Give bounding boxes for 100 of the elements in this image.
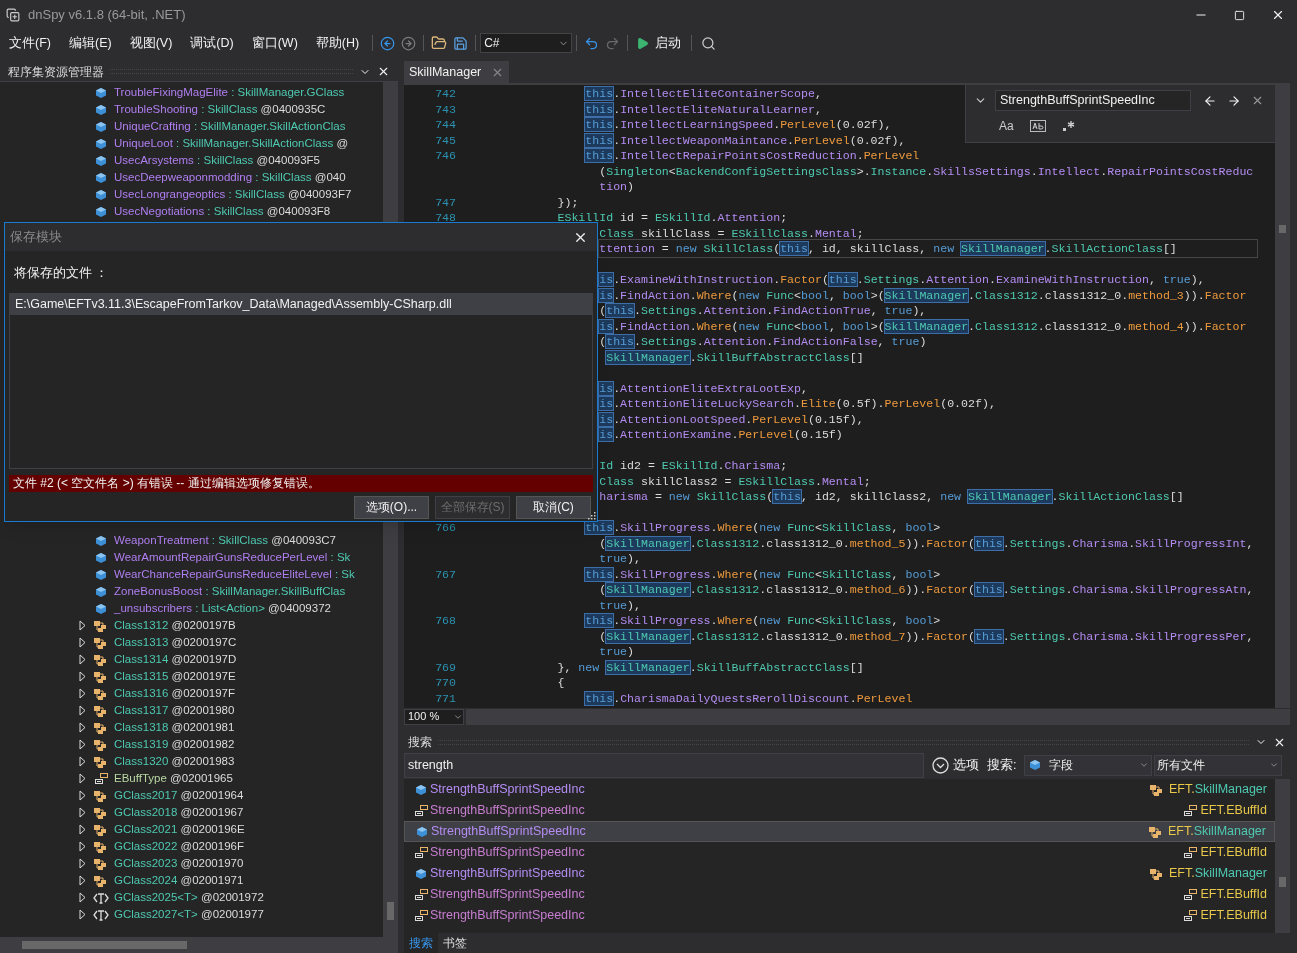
tree-item[interactable]: UsecLongrangeoptics : SkillClass @040093F7 bbox=[0, 186, 383, 203]
cube-icon bbox=[95, 534, 107, 547]
tree-item[interactable]: GClass2024 @02001971 bbox=[0, 872, 383, 889]
tree-item[interactable]: Class1320 @02001983 bbox=[0, 753, 383, 770]
tree-item[interactable]: TroubleFixingMagElite : SkillManager.GClass bbox=[0, 84, 383, 101]
search-result[interactable]: StrengthBuffSprintSpeedInc EFT.SkillManager bbox=[404, 821, 1275, 842]
tree-item[interactable]: Class1312 @0200197B bbox=[0, 617, 383, 634]
collapsed-triangle-icon[interactable] bbox=[79, 841, 86, 852]
menu-item[interactable]: 调试(D) bbox=[181, 30, 243, 56]
language-dropdown[interactable]: C# bbox=[480, 33, 573, 53]
menu-item[interactable]: 窗口(W) bbox=[242, 30, 307, 56]
vertical-scrollbar[interactable] bbox=[1275, 85, 1290, 708]
error-message: 文件 #2 (< 空文件名 >) 有错误 -- 通过编辑选项修复错误。 bbox=[9, 474, 593, 492]
tree-item[interactable]: Class1313 @0200197C bbox=[0, 634, 383, 651]
collapsed-triangle-icon[interactable] bbox=[79, 790, 86, 801]
tree-item[interactable]: Class1314 @0200197D bbox=[0, 651, 383, 668]
collapsed-triangle-icon[interactable] bbox=[79, 722, 86, 733]
search-result[interactable]: StrengthBuffSprintSpeedInc EFT.SkillManager bbox=[404, 779, 1275, 800]
code-line: this.IntellectEliteNaturalLearner, bbox=[585, 101, 822, 118]
tree-item[interactable]: Class1316 @0200197F bbox=[0, 685, 383, 702]
whole-word-toggle[interactable] bbox=[1027, 117, 1048, 135]
horizontal-scrollbar[interactable] bbox=[0, 937, 398, 953]
collapsed-triangle-icon[interactable] bbox=[79, 654, 86, 665]
menu-item[interactable]: 文件(F) bbox=[0, 30, 60, 56]
tree-item[interactable]: TroubleShooting : SkillClass @0400935C bbox=[0, 101, 383, 118]
search-result[interactable]: StrengthBuffSprintSpeedInc EFT.EBuffId bbox=[404, 884, 1275, 905]
code-line: tion) bbox=[599, 179, 635, 196]
tree-item[interactable]: WeaponTreatment : SkillClass @040093C7 bbox=[0, 532, 383, 549]
menu-item[interactable]: 帮助(H) bbox=[306, 30, 369, 56]
collapsed-triangle-icon[interactable] bbox=[79, 773, 86, 784]
options-button[interactable]: 选项 bbox=[932, 755, 979, 775]
play-icon bbox=[636, 36, 650, 50]
tree-item[interactable]: Class1318 @02001981 bbox=[0, 719, 383, 736]
code-line: }, new SkillManager.SkillBuffAbstractClass[] bbox=[557, 659, 864, 676]
tree-item[interactable]: GClass2023 @02001970 bbox=[0, 855, 383, 872]
tree-item[interactable]: UsecDeepweaponmodding : SkillClass @040 bbox=[0, 169, 383, 186]
code-line: this.IntellectLearningSpeed.PerLevel(0.02f), bbox=[585, 117, 892, 134]
find-field[interactable]: StrengthBuffSprintSpeedInc bbox=[995, 90, 1191, 111]
start-button[interactable]: 启动 bbox=[632, 33, 686, 53]
match-case-toggle[interactable]: Aa bbox=[997, 117, 1016, 135]
tree-item[interactable]: GClass2027<T> @02001977 bbox=[0, 906, 383, 923]
collapsed-triangle-icon[interactable] bbox=[79, 671, 86, 682]
tree-item[interactable]: UniqueLoot : SkillManager.SkillActionClass @ bbox=[0, 135, 383, 152]
collapsed-triangle-icon[interactable] bbox=[79, 705, 86, 716]
horizontal-scrollbar[interactable] bbox=[466, 708, 1290, 725]
code-line: true), bbox=[599, 551, 641, 568]
files-label: 将保存的文件 ： bbox=[14, 265, 110, 282]
close-button[interactable] bbox=[1271, 8, 1285, 22]
tree-item[interactable]: EBuffType @02001965 bbox=[0, 770, 383, 787]
panel-tab[interactable]: 书签 bbox=[438, 933, 472, 953]
collapsed-triangle-icon[interactable] bbox=[79, 824, 86, 835]
menu-item[interactable]: 编辑(E) bbox=[59, 30, 121, 56]
tree-item[interactable]: ZoneBonusBoost : SkillManager.SkillBuffClas bbox=[0, 583, 383, 600]
dialog-button[interactable]: 选项(O)... bbox=[354, 495, 429, 519]
tree-item[interactable]: GClass2017 @02001964 bbox=[0, 787, 383, 804]
location-dropdown[interactable]: 所有文件 bbox=[1154, 754, 1283, 776]
collapsed-triangle-icon[interactable] bbox=[79, 909, 86, 920]
tree-item[interactable]: UniqueCrafting : SkillManager.SkillActionClas bbox=[0, 118, 383, 135]
tree-item[interactable]: UsecArsystems : SkillClass @040093F5 bbox=[0, 152, 383, 169]
tree-item[interactable]: Class1317 @02001980 bbox=[0, 702, 383, 719]
zoom-dropdown[interactable]: 100 % bbox=[404, 708, 464, 725]
dialog-button[interactable]: 取消(C) bbox=[516, 495, 591, 519]
collapsed-triangle-icon[interactable] bbox=[79, 892, 86, 903]
search-type-dropdown[interactable]: 字段 bbox=[1024, 754, 1153, 776]
close-icon[interactable] bbox=[377, 65, 390, 78]
code-line: SkillManager.SkillBuffAbstractClass[] bbox=[606, 349, 864, 366]
collapsed-triangle-icon[interactable] bbox=[79, 637, 86, 648]
search-result[interactable]: StrengthBuffSprintSpeedInc EFT.EBuffId bbox=[404, 800, 1275, 821]
tree-item[interactable]: UsecNegotiations : SkillClass @040093F8 bbox=[0, 203, 383, 220]
collapsed-triangle-icon[interactable] bbox=[79, 858, 86, 869]
file-list-item[interactable]: E:\Game\EFTv3.11.3\EscapeFromTarkov_Data\Managed\Assembly-CSharp.dll bbox=[10, 293, 592, 315]
collapsed-triangle-icon[interactable] bbox=[79, 620, 86, 631]
tree-item[interactable]: WearAmountRepairGunsReducePerLevel : Sk bbox=[0, 549, 383, 566]
code-line: this.CharismaDailyQuestsRerollDiscount.PerLevel bbox=[585, 690, 913, 707]
collapsed-triangle-icon[interactable] bbox=[79, 688, 86, 699]
menu-item[interactable]: 视图(V) bbox=[120, 30, 182, 56]
vertical-scrollbar[interactable] bbox=[1275, 779, 1290, 933]
close-icon[interactable] bbox=[1251, 94, 1264, 107]
collapsed-triangle-icon[interactable] bbox=[79, 739, 86, 750]
search-result[interactable]: StrengthBuffSprintSpeedInc EFT.EBuffId bbox=[404, 842, 1275, 863]
collapsed-triangle-icon[interactable] bbox=[79, 807, 86, 818]
collapsed-triangle-icon[interactable] bbox=[79, 875, 86, 886]
tree-item[interactable]: GClass2022 @0200196F bbox=[0, 838, 383, 855]
search-result[interactable]: StrengthBuffSprintSpeedInc EFT.EBuffId bbox=[404, 905, 1275, 926]
close-icon bbox=[1271, 8, 1285, 22]
search-result[interactable]: StrengthBuffSprintSpeedInc EFT.SkillManager bbox=[404, 863, 1275, 884]
tree-item[interactable]: Class1315 @0200197E bbox=[0, 668, 383, 685]
tree-item[interactable]: GClass2021 @0200196E bbox=[0, 821, 383, 838]
editor-tab[interactable]: SkillManager bbox=[404, 61, 510, 83]
previous-icon[interactable] bbox=[1203, 93, 1217, 108]
tree-item[interactable]: WearChanceRepairGunsReduceEliteLevel : Sk bbox=[0, 566, 383, 583]
tree-item[interactable]: GClass2018 @02001967 bbox=[0, 804, 383, 821]
tree-item[interactable]: GClass2025<T> @02001972 bbox=[0, 889, 383, 906]
panel-tab[interactable]: 搜索 bbox=[404, 933, 438, 953]
tree-item[interactable]: _unsubscribers : List<Action> @04009372 bbox=[0, 600, 383, 617]
next-icon[interactable] bbox=[1227, 93, 1241, 108]
maximize-button[interactable] bbox=[1234, 9, 1245, 21]
search-field[interactable]: strength bbox=[404, 752, 924, 778]
tree-item[interactable]: Class1319 @02001982 bbox=[0, 736, 383, 753]
collapsed-triangle-icon[interactable] bbox=[79, 756, 86, 767]
